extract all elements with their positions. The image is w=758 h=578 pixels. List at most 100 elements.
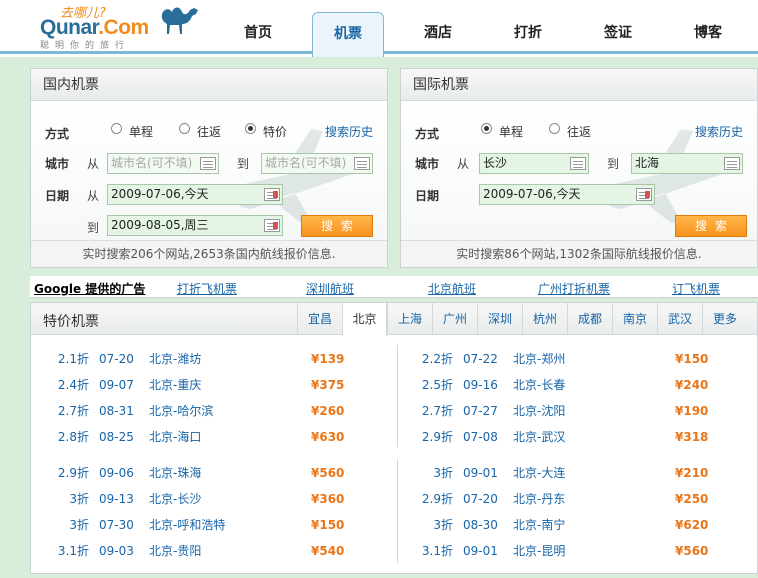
domestic-search-button[interactable]: 搜索 [301, 215, 373, 237]
fare-route[interactable]: 北京-沈阳 [513, 401, 565, 421]
ad-link-1[interactable]: 打折飞机票 [177, 280, 237, 297]
international-search-button[interactable]: 搜索 [675, 215, 747, 237]
camel-icon [161, 7, 198, 34]
international-radio-roundtrip[interactable] [549, 123, 560, 134]
domestic-form: 方式 单程 往返 特价 搜索历史 城市 从 城市名(可不填) 到 城市名(可不填… [31, 101, 387, 240]
fare-route[interactable]: 北京-珠海 [149, 463, 201, 483]
city-tab-hangzhou[interactable]: 杭州 [522, 303, 567, 335]
fare-row[interactable]: 2.2折 07-22 北京-郑州 ¥150 [395, 349, 755, 369]
fare-route[interactable]: 北京-昆明 [513, 541, 565, 561]
fare-row[interactable]: 3折 09-01 北京-大连 ¥210 [395, 463, 755, 483]
fare-row[interactable]: 3折 08-30 北京-南宁 ¥620 [395, 515, 755, 535]
fare-route[interactable]: 北京-丹东 [513, 489, 565, 509]
nav-hotels[interactable]: 酒店 [402, 12, 474, 54]
fare-discount: 3折 [433, 518, 453, 532]
domestic-mode-oneway[interactable]: 单程 [129, 123, 153, 140]
fare-row[interactable]: 2.7折 08-31 北京-哈尔滨 ¥260 [31, 401, 391, 421]
city-tab-shenzhen[interactable]: 深圳 [477, 303, 522, 335]
fare-row[interactable]: 2.7折 07-27 北京-沈阳 ¥190 [395, 401, 755, 421]
ad-link-2[interactable]: 深圳航班 [306, 280, 354, 297]
city-tab-guangzhou[interactable]: 广州 [432, 303, 477, 335]
ads-title[interactable]: Google 提供的广告 [34, 280, 145, 297]
fare-price: ¥540 [311, 544, 345, 558]
domestic-search-history-link[interactable]: 搜索历史 [325, 123, 373, 140]
city-picker-icon[interactable] [200, 157, 216, 170]
domestic-to-label: 到 [237, 157, 250, 171]
qunar-logo[interactable]: 去哪儿? Qunar.Com 聪明你的旅行 [40, 2, 198, 51]
city-tab-shanghai[interactable]: 上海 [387, 303, 432, 335]
fare-row[interactable]: 3.1折 09-01 北京-昆明 ¥560 [395, 541, 755, 561]
fare-route[interactable]: 北京-呼和浩特 [149, 515, 225, 535]
ad-link-4[interactable]: 广州打折机票 [538, 280, 610, 297]
nav-home[interactable]: 首页 [222, 12, 294, 54]
city-picker-icon[interactable] [724, 157, 740, 170]
nav-discounts[interactable]: 打折 [492, 12, 564, 54]
international-search-history-link[interactable]: 搜索历史 [695, 123, 743, 140]
fare-date: 09-07 [99, 378, 134, 392]
fare-row[interactable]: 3.1折 09-03 北京-贵阳 ¥540 [31, 541, 391, 561]
city-tab-wuhan[interactable]: 武汉 [657, 303, 702, 335]
fare-route[interactable]: 北京-郑州 [513, 349, 565, 369]
fare-discount: 2.4折 [57, 378, 89, 392]
nav-flights[interactable]: 机票 [312, 12, 384, 57]
international-depart-date-input[interactable]: 2009-07-06,今天 [479, 184, 655, 205]
fare-row[interactable]: 2.9折 09-06 北京-珠海 ¥560 [31, 463, 391, 483]
ad-link-3[interactable]: 北京航班 [428, 280, 476, 297]
domestic-from-city-input[interactable]: 城市名(可不填) [107, 153, 219, 174]
fare-row[interactable]: 2.5折 09-16 北京-长春 ¥240 [395, 375, 755, 395]
nav-blog[interactable]: 博客 [672, 12, 744, 54]
ad-link-5[interactable]: 订飞机票 [672, 280, 720, 297]
domestic-to-city-input[interactable]: 城市名(可不填) [261, 153, 373, 174]
domestic-depart-date-input[interactable]: 2009-07-06,今天 [107, 184, 283, 205]
city-picker-icon[interactable] [354, 157, 370, 170]
fare-route[interactable]: 北京-南宁 [513, 515, 565, 535]
calendar-icon[interactable] [264, 219, 280, 232]
fare-row[interactable]: 2.4折 09-07 北京-重庆 ¥375 [31, 375, 391, 395]
city-tab-more[interactable]: 更多 [702, 303, 747, 335]
domestic-radio-special[interactable] [245, 123, 256, 134]
fare-row[interactable]: 2.1折 07-20 北京-潍坊 ¥139 [31, 349, 391, 369]
international-from-city-input[interactable]: 长沙 [479, 153, 589, 174]
calendar-icon[interactable] [264, 188, 280, 201]
city-picker-icon[interactable] [570, 157, 586, 170]
calendar-icon[interactable] [636, 188, 652, 201]
international-to-city-input[interactable]: 北海 [631, 153, 743, 174]
fare-row[interactable]: 2.9折 07-20 北京-丹东 ¥250 [395, 489, 755, 509]
fare-date: 07-20 [463, 492, 498, 506]
domestic-radio-roundtrip[interactable] [179, 123, 190, 134]
domestic-mode-label: 方式 [45, 127, 70, 141]
city-tab-beijing[interactable]: 北京 [342, 303, 387, 336]
fare-discount: 2.2折 [421, 352, 453, 366]
fare-route[interactable]: 北京-海口 [149, 427, 201, 447]
nav-visa[interactable]: 签证 [582, 12, 654, 54]
international-mode-oneway[interactable]: 单程 [499, 123, 523, 140]
fare-price: ¥150 [675, 352, 709, 366]
fare-route[interactable]: 北京-长沙 [149, 489, 201, 509]
fare-row[interactable]: 2.9折 07-08 北京-武汉 ¥318 [395, 427, 755, 447]
city-tab-chengdu[interactable]: 成都 [567, 303, 612, 335]
domestic-mode-roundtrip[interactable]: 往返 [197, 123, 221, 140]
fare-route[interactable]: 北京-大连 [513, 463, 565, 483]
fare-route[interactable]: 北京-潍坊 [149, 349, 201, 369]
fare-row[interactable]: 2.8折 08-25 北京-海口 ¥630 [31, 427, 391, 447]
domestic-mode-special[interactable]: 特价 [263, 123, 287, 140]
fare-row[interactable]: 3折 07-30 北京-呼和浩特 ¥150 [31, 515, 391, 535]
fare-route[interactable]: 北京-长春 [513, 375, 565, 395]
domestic-radio-oneway[interactable] [111, 123, 122, 134]
logo-tagline: 聪明你的旅行 [40, 41, 131, 51]
fare-row[interactable]: 3折 09-13 北京-长沙 ¥360 [31, 489, 391, 509]
international-from-label: 从 [457, 157, 470, 171]
international-mode-roundtrip[interactable]: 往返 [567, 123, 591, 140]
fare-route[interactable]: 北京-武汉 [513, 427, 565, 447]
city-tab-yichang[interactable]: 宜昌 [297, 303, 342, 335]
fare-route[interactable]: 北京-哈尔滨 [149, 401, 213, 421]
city-tab-nanjing[interactable]: 南京 [612, 303, 657, 335]
fare-route[interactable]: 北京-贵阳 [149, 541, 201, 561]
domestic-flight-panel: 国内机票 方式 单程 往返 特价 搜索历史 城市 从 城市名(可不填) 到 城市… [30, 68, 388, 268]
domestic-return-date-input[interactable]: 2009-08-05,周三 [107, 215, 283, 236]
fare-discount: 3.1折 [57, 544, 89, 558]
international-radio-oneway[interactable] [481, 123, 492, 134]
fare-date: 07-22 [463, 352, 498, 366]
fare-route[interactable]: 北京-重庆 [149, 375, 201, 395]
fare-date: 09-06 [99, 466, 134, 480]
